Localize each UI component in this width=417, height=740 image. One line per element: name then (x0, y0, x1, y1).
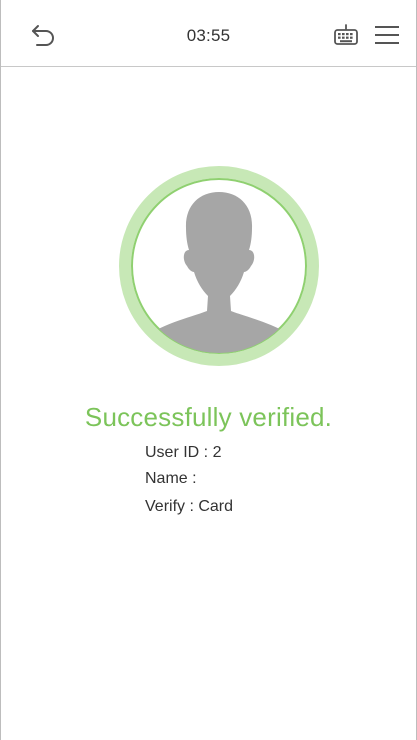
verify-method-line: Verify : Card (145, 498, 234, 515)
top-bar: 03:55 (1, 0, 416, 67)
user-id-line: User ID : 2 (145, 444, 222, 461)
menu-button[interactable] (373, 24, 401, 46)
keyboard-icon (334, 24, 358, 45)
verification-status-title: Successfully verified. (84, 402, 333, 432)
user-avatar (119, 166, 319, 366)
user-silhouette-icon (119, 166, 319, 366)
keyboard-button[interactable] (333, 24, 359, 46)
verification-screen: 03:55 Successfully verified. User ID: 2… (0, 0, 417, 740)
hamburger-menu-icon (375, 26, 399, 44)
name-line: Name : (145, 470, 197, 487)
